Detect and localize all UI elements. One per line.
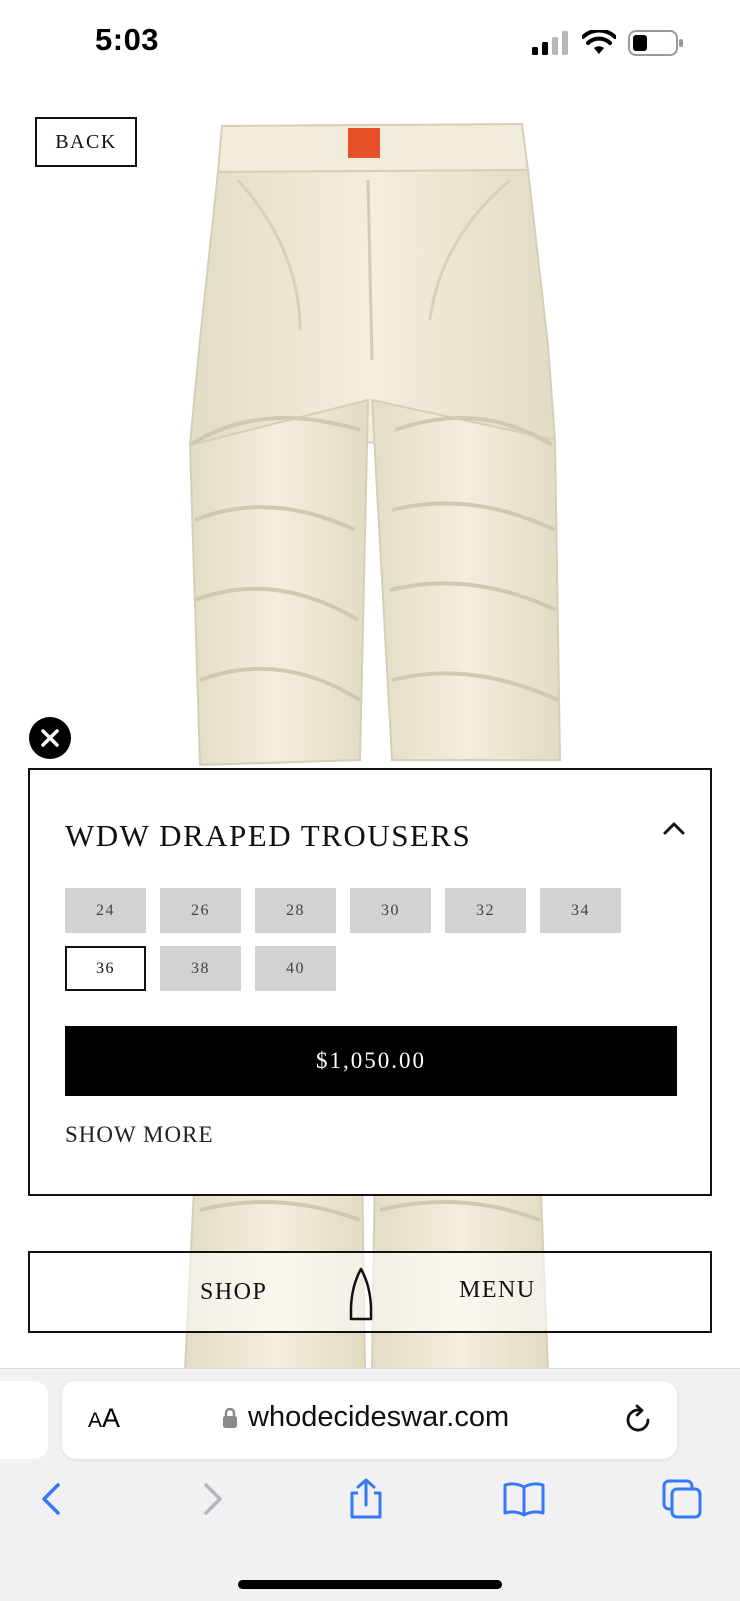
status-bar: 5:03 [0,0,740,90]
browser-toolbar [0,1477,740,1537]
size-option[interactable]: 38 [160,946,241,991]
address-bar[interactable]: AA whodecideswar.com [62,1381,677,1459]
logo-icon[interactable] [348,1267,374,1321]
size-option[interactable]: 40 [255,946,336,991]
site-nav: SHOP MENU [28,1251,712,1333]
url-text: whodecideswar.com [248,1401,510,1433]
reader-aa-button[interactable]: AA [88,1403,120,1434]
size-option[interactable]: 34 [540,888,621,933]
product-title: WDW DRAPED TROUSERS [65,818,472,853]
size-selector: 24 26 28 30 32 34 36 38 40 [65,888,665,1004]
show-more-link[interactable]: SHOW MORE [65,1122,214,1148]
aa-small: A [88,1409,103,1432]
chevron-up-icon[interactable] [660,818,688,838]
size-row: 36 38 40 [65,946,665,991]
share-icon[interactable] [344,1477,388,1521]
browser-chrome: AA whodecideswar.com [0,1368,740,1601]
size-option[interactable]: 24 [65,888,146,933]
size-option[interactable]: 28 [255,888,336,933]
url-display[interactable]: whodecideswar.com [222,1401,509,1434]
home-indicator[interactable] [238,1580,502,1589]
shop-link[interactable]: SHOP [200,1279,267,1306]
back-button[interactable]: BACK [35,117,137,167]
status-time: 5:03 [95,22,160,57]
previous-tab-preview[interactable] [0,1381,48,1459]
reload-icon[interactable] [621,1403,655,1437]
tabs-icon[interactable] [660,1477,704,1521]
close-button[interactable] [29,717,71,759]
status-icons [532,30,684,56]
size-row: 24 26 28 30 32 34 [65,888,665,933]
product-panel: WDW DRAPED TROUSERS 24 26 28 30 32 34 36… [28,768,712,1196]
battery-icon [628,30,683,56]
wifi-icon [582,30,616,54]
size-option[interactable]: 32 [445,888,526,933]
size-option[interactable]: 26 [160,888,241,933]
back-arrow-icon[interactable] [30,1477,74,1521]
lock-icon [223,1407,237,1428]
forward-arrow-icon[interactable] [190,1477,234,1521]
bookmarks-icon[interactable] [502,1477,546,1521]
size-option-selected[interactable]: 36 [65,946,146,991]
size-option[interactable]: 30 [350,888,431,933]
menu-link[interactable]: MENU [459,1277,536,1304]
add-to-cart-price-button[interactable]: $1,050.00 [65,1026,677,1096]
aa-big: A [102,1403,121,1433]
signal-icon [532,31,568,55]
close-icon [41,729,59,747]
